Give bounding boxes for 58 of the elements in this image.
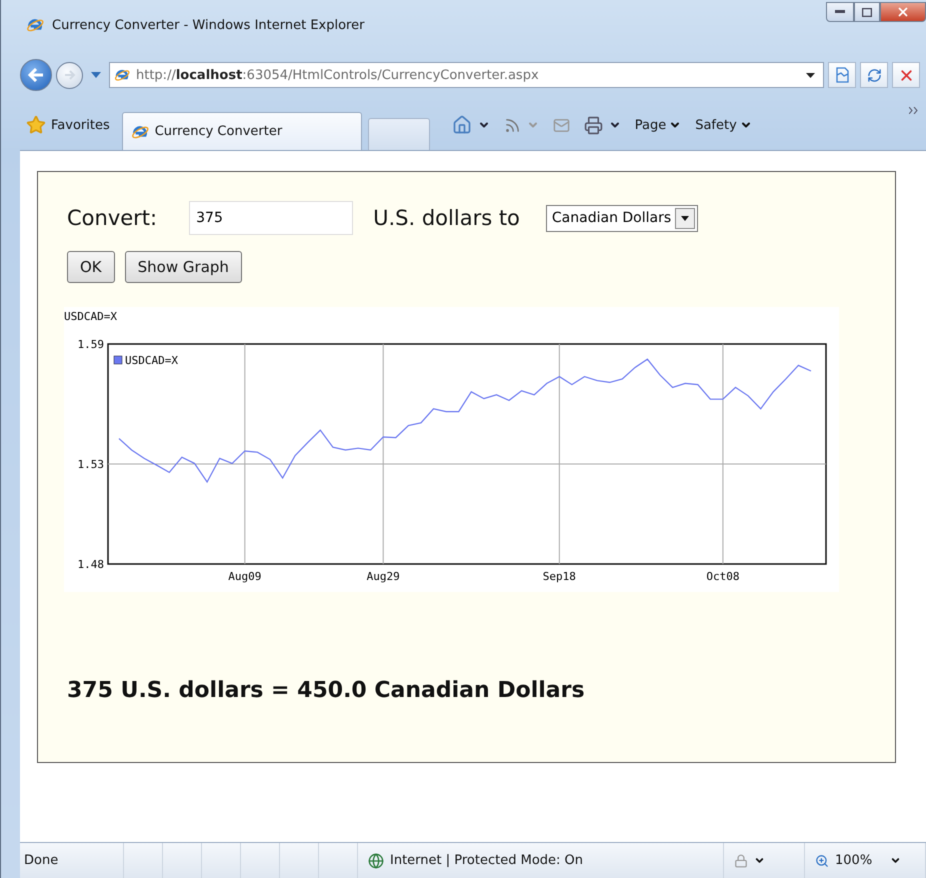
printer-icon xyxy=(584,116,603,134)
back-button[interactable] xyxy=(20,59,52,91)
axis-label: 1.53 xyxy=(78,458,104,471)
status-text: Done xyxy=(24,853,58,868)
address-field[interactable]: http://localhost:63054/HtmlControls/CurrencyConverter.aspx xyxy=(109,62,824,88)
mail-icon xyxy=(552,116,570,134)
axis-label: 1.59 xyxy=(78,338,104,351)
forward-arrow-icon xyxy=(64,70,76,80)
command-menu[interactable]: Page xyxy=(634,118,682,132)
show-graph-button[interactable]: Show Graph xyxy=(124,251,242,283)
dropdown-caret-icon[interactable] xyxy=(806,72,815,78)
home-icon xyxy=(452,115,472,135)
legend-label: USDCAD=X xyxy=(125,354,178,367)
dropdown-caret-icon xyxy=(681,216,690,220)
stop-button[interactable] xyxy=(892,62,920,88)
lock-icon xyxy=(734,854,748,868)
axis-label: Aug09 xyxy=(228,570,262,583)
torn-page-icon xyxy=(834,67,850,83)
refresh-icon xyxy=(866,68,882,82)
star-icon xyxy=(26,115,46,135)
more-chevron-icon[interactable] xyxy=(909,106,918,117)
maximize-icon xyxy=(862,8,872,16)
convert-label: Convert: xyxy=(67,206,158,230)
browser-logo-icon xyxy=(114,67,130,83)
browser-logo-icon xyxy=(26,16,44,34)
forward-button[interactable] xyxy=(56,62,83,88)
axis-label: Oct08 xyxy=(706,570,740,583)
browser-tab[interactable]: Currency Converter xyxy=(122,112,362,150)
compatibility-view-button[interactable] xyxy=(828,62,856,88)
globe-icon xyxy=(368,852,384,868)
close-icon xyxy=(896,5,910,19)
conversion-result: 375 U.S. dollars = 450.0 Canadian Dollars xyxy=(67,678,586,703)
maximize-button[interactable] xyxy=(854,2,880,22)
feed-icon xyxy=(504,116,521,134)
window-title: Currency Converter - Windows Internet Explorer xyxy=(52,18,366,32)
currency-dropdown[interactable]: Canadian Dollars xyxy=(546,204,698,232)
chart-title: USDCAD=X xyxy=(64,310,117,323)
back-arrow-icon xyxy=(28,68,44,82)
zoom-level[interactable]: 100% xyxy=(835,853,872,868)
command-menu[interactable]: Safety xyxy=(695,118,752,132)
home-button[interactable] xyxy=(452,115,490,135)
amount-input[interactable]: 375 xyxy=(189,201,354,235)
minimize-icon xyxy=(835,10,845,14)
refresh-button[interactable] xyxy=(860,62,888,88)
security-zone-text: Internet | Protected Mode: On xyxy=(390,853,584,868)
unit-label: U.S. dollars to xyxy=(373,206,520,230)
caret-icon xyxy=(890,855,902,866)
caret-icon xyxy=(754,855,765,866)
favorites-button[interactable]: Favorites xyxy=(20,107,116,143)
axis-label: Sep18 xyxy=(542,570,576,583)
close-button[interactable] xyxy=(880,2,926,22)
feeds-button[interactable] xyxy=(504,116,539,134)
ok-button[interactable]: OK xyxy=(67,251,115,283)
minimize-button[interactable] xyxy=(826,2,854,22)
zoom-icon xyxy=(815,854,829,868)
axis-label: 1.48 xyxy=(78,558,104,571)
axis-label: Aug29 xyxy=(366,570,400,583)
print-button[interactable] xyxy=(584,116,621,134)
